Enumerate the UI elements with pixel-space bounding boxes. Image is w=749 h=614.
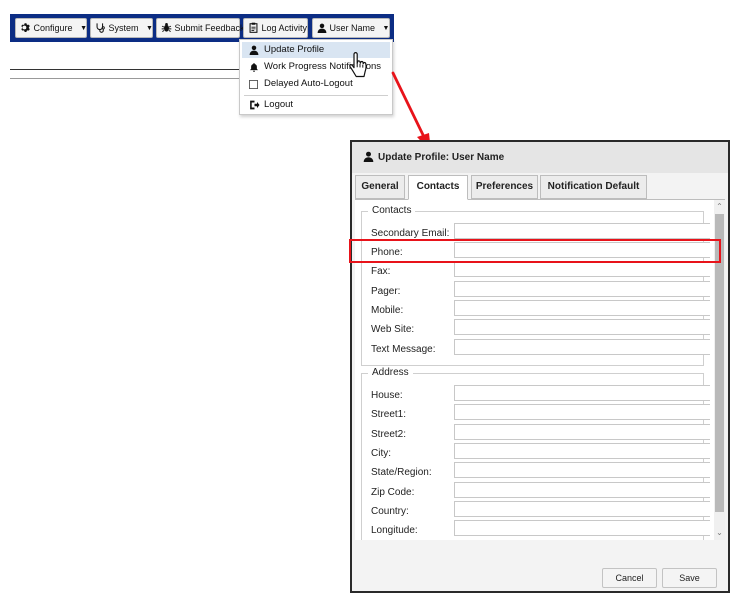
- update-profile-dialog: Update Profile: User Name General Contac…: [350, 140, 730, 593]
- bell-icon: [249, 62, 259, 72]
- contacts-tab-panel: Contacts Secondary Email: Phone: Fax: Pa…: [355, 200, 725, 540]
- menu-item-logout[interactable]: Logout: [242, 97, 390, 113]
- street2-label: Street2:: [371, 429, 407, 440]
- chevron-down-icon: ▼: [146, 24, 153, 32]
- configure-button[interactable]: Configure ▼: [15, 18, 87, 38]
- country-label: Country:: [371, 506, 409, 517]
- configure-label: Configure: [33, 23, 73, 33]
- chevron-down-icon: ▼: [382, 24, 390, 32]
- zip-code-input[interactable]: [454, 482, 710, 498]
- menu-item-label: Logout: [264, 99, 294, 110]
- text-message-input[interactable]: [454, 339, 710, 355]
- save-button[interactable]: Save: [662, 568, 717, 588]
- submit-feedback-label: Submit Feedback: [174, 23, 245, 33]
- stethoscope-icon: [96, 23, 105, 33]
- user-icon: [317, 23, 327, 33]
- cancel-button[interactable]: Cancel: [602, 568, 657, 588]
- menu-item-label: Update Profile: [264, 44, 325, 55]
- state-region-input[interactable]: [454, 462, 710, 478]
- longitude-label: Longitude:: [371, 525, 418, 536]
- cancel-label: Cancel: [615, 573, 644, 583]
- secondary-email-label: Secondary Email:: [371, 228, 450, 239]
- contacts-legend: Contacts: [368, 205, 416, 217]
- save-label: Save: [679, 573, 700, 583]
- fax-label: Fax:: [371, 266, 391, 277]
- tab-label: Notification Default: [547, 181, 640, 192]
- log-activity-label: Log Activity: [261, 23, 308, 33]
- dialog-title-bar[interactable]: Update Profile: User Name: [352, 142, 728, 173]
- hand-cursor-icon: [349, 52, 367, 78]
- street1-input[interactable]: [454, 404, 710, 420]
- house-label: House:: [371, 390, 403, 401]
- menu-item-label: Delayed Auto-Logout: [264, 78, 353, 89]
- top-toolbar: Configure ▼ System ▼ Submit Feedback Log…: [10, 14, 394, 42]
- scroll-down-icon[interactable]: ⌄: [715, 528, 724, 538]
- bug-icon: [161, 23, 172, 33]
- tab-general[interactable]: General: [355, 175, 405, 199]
- fax-input[interactable]: [454, 261, 710, 277]
- street1-label: Street1:: [371, 409, 407, 420]
- pager-label: Pager:: [371, 286, 401, 297]
- secondary-email-input[interactable]: [454, 223, 710, 239]
- mobile-label: Mobile:: [371, 305, 404, 316]
- street2-input[interactable]: [454, 424, 710, 440]
- system-label: System: [108, 23, 139, 33]
- scrollbar-thumb[interactable]: [715, 214, 724, 512]
- tab-label: Contacts: [416, 181, 460, 192]
- divider-line: [10, 78, 239, 79]
- country-input[interactable]: [454, 501, 710, 517]
- zip-code-label: Zip Code:: [371, 487, 415, 498]
- gear-icon: [21, 23, 30, 33]
- user-name-label: User Name: [329, 23, 376, 33]
- state-region-label: State/Region:: [371, 467, 432, 478]
- phone-input[interactable]: [454, 242, 710, 258]
- text-message-label: Text Message:: [371, 344, 436, 355]
- tab-contacts[interactable]: Contacts: [408, 175, 468, 200]
- submit-feedback-button[interactable]: Submit Feedback: [156, 18, 245, 38]
- menu-separator: [244, 95, 388, 96]
- clipboard-icon: [249, 22, 258, 33]
- user-icon: [363, 151, 374, 162]
- user-name-button[interactable]: User Name ▼: [312, 18, 390, 38]
- mobile-input[interactable]: [454, 300, 710, 316]
- city-label: City:: [371, 448, 391, 459]
- log-activity-button[interactable]: Log Activity: [243, 18, 308, 38]
- pager-input[interactable]: [454, 281, 710, 297]
- tab-notification-default[interactable]: Notification Default: [540, 175, 647, 199]
- tab-preferences[interactable]: Preferences: [471, 175, 538, 199]
- tab-label: Preferences: [475, 181, 534, 192]
- user-icon: [249, 45, 259, 55]
- chevron-down-icon: ▼: [80, 24, 87, 32]
- scroll-up-icon[interactable]: ⌃: [715, 202, 724, 212]
- web-site-label: Web Site:: [371, 324, 415, 335]
- phone-label: Phone:: [371, 247, 403, 258]
- logout-icon: [250, 100, 260, 110]
- address-legend: Address: [368, 367, 413, 379]
- web-site-input[interactable]: [454, 319, 710, 335]
- house-input[interactable]: [454, 385, 710, 401]
- longitude-input[interactable]: [454, 520, 710, 536]
- divider-line: [10, 69, 239, 70]
- tab-label: General: [361, 181, 399, 192]
- dialog-title: Update Profile: User Name: [378, 152, 505, 163]
- system-button[interactable]: System ▼: [90, 18, 153, 38]
- checkbox-icon[interactable]: [249, 80, 258, 89]
- city-input[interactable]: [454, 443, 710, 459]
